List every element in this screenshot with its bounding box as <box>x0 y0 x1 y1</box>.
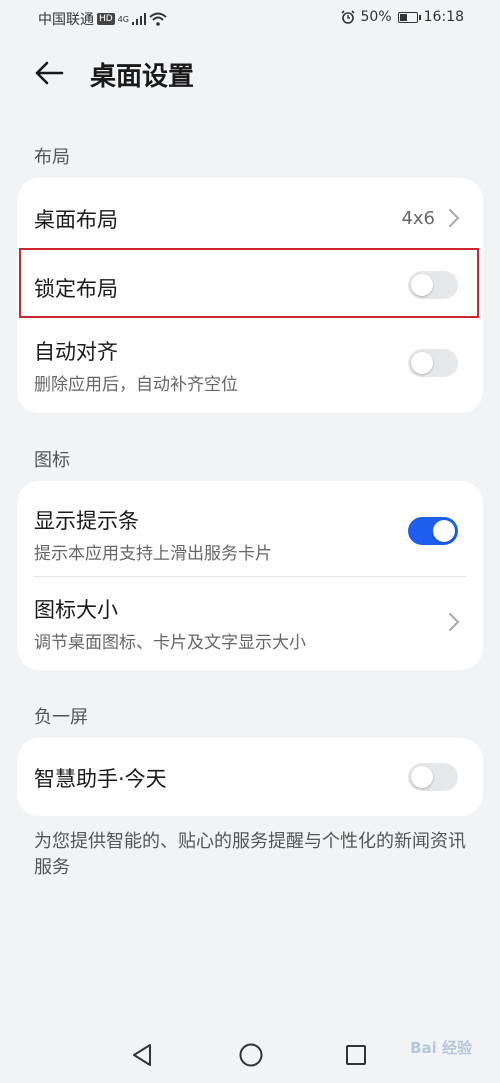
nav-recents-button[interactable] <box>344 1042 368 1072</box>
network-type: 4G <box>117 14 129 24</box>
desktop-layout-row[interactable]: 桌面布局 4x6 <box>17 178 483 258</box>
back-button[interactable] <box>32 58 66 88</box>
section-label-layout: 布局 <box>34 147 70 168</box>
triangle-back-icon <box>133 1044 151 1066</box>
status-bar: 中国联通 HD 4G 50% 16:18 <box>0 0 500 36</box>
icon-size-title: 图标大小 <box>34 598 118 622</box>
circle-home-icon <box>239 1043 263 1067</box>
arrow-left-icon <box>35 61 64 85</box>
auto-align-subtitle: 删除应用后，自动补齐空位 <box>34 375 238 395</box>
watermark-logo: Bai 经验 <box>410 1039 472 1057</box>
auto-align-row[interactable]: 自动对齐 删除应用后，自动补齐空位 <box>17 326 483 413</box>
show-indicator-toggle[interactable] <box>408 517 458 545</box>
wifi-icon <box>149 12 167 26</box>
toggle-knob <box>411 274 433 296</box>
lock-layout-title: 锁定布局 <box>34 277 118 301</box>
hd-badge: HD <box>97 13 115 25</box>
smart-assistant-toggle[interactable] <box>408 763 458 791</box>
minus-one-description: 为您提供智能的、贴心的服务提醒与个性化的新闻资讯服务 <box>34 831 466 878</box>
smart-assistant-title: 智慧助手·今天 <box>34 767 167 791</box>
auto-align-title: 自动对齐 <box>34 340 118 364</box>
layout-card: 桌面布局 4x6 锁定布局 自动对齐 删除应用后，自动补齐空位 <box>17 178 483 413</box>
show-indicator-subtitle: 提示本应用支持上滑出服务卡片 <box>34 544 272 564</box>
battery-percent: 50% <box>360 9 392 25</box>
section-label-minus-one: 负一屏 <box>34 707 88 728</box>
chevron-right-icon <box>449 209 460 227</box>
toggle-knob <box>433 520 455 542</box>
page-title: 桌面设置 <box>90 62 195 92</box>
icons-card: 显示提示条 提示本应用支持上滑出服务卡片 图标大小 调节桌面图标、卡片及文字显示… <box>17 481 483 670</box>
toggle-knob <box>411 352 433 374</box>
icon-size-subtitle: 调节桌面图标、卡片及文字显示大小 <box>34 633 306 653</box>
battery-fill <box>399 13 408 21</box>
square-recents-icon <box>346 1045 366 1065</box>
nav-home-button[interactable] <box>238 1042 264 1072</box>
show-indicator-title: 显示提示条 <box>34 509 139 533</box>
minus-one-card: 智慧助手·今天 <box>17 738 483 816</box>
icon-size-row[interactable]: 图标大小 调节桌面图标、卡片及文字显示大小 <box>17 577 483 670</box>
section-label-icons: 图标 <box>34 450 70 471</box>
nav-back-button[interactable] <box>130 1042 154 1072</box>
auto-align-toggle[interactable] <box>408 349 458 377</box>
chevron-right-icon <box>449 613 460 631</box>
clock: 16:18 <box>423 9 464 25</box>
battery-icon <box>397 11 421 23</box>
page-header: 桌面设置 <box>0 48 500 100</box>
desktop-layout-title: 桌面布局 <box>34 208 118 232</box>
desktop-layout-value: 4x6 <box>401 208 435 229</box>
lock-layout-toggle[interactable] <box>408 271 458 299</box>
smart-assistant-row[interactable]: 智慧助手·今天 <box>17 738 483 816</box>
show-indicator-row[interactable]: 显示提示条 提示本应用支持上滑出服务卡片 <box>17 481 483 576</box>
carrier-label: 中国联通 <box>38 12 94 28</box>
toggle-knob <box>411 766 433 788</box>
alarm-icon <box>340 10 355 24</box>
lock-layout-row[interactable]: 锁定布局 <box>17 250 483 318</box>
signal-icon <box>132 13 146 25</box>
